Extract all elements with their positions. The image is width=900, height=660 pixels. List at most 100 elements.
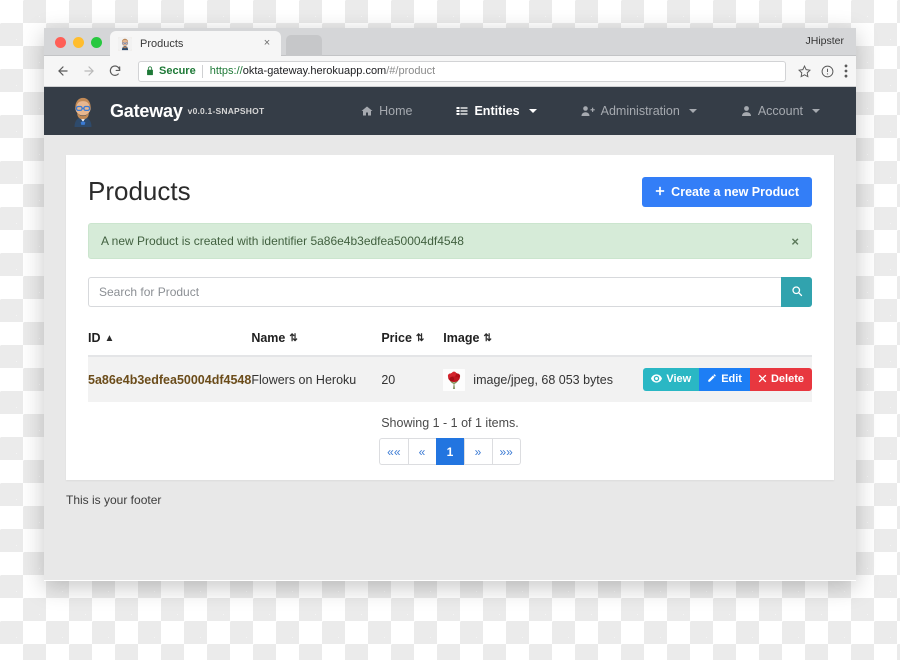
success-alert: A new Product is created with identifier… xyxy=(88,223,812,259)
nav-item-entities-label: Entities xyxy=(474,104,520,118)
delete-button[interactable]: Delete xyxy=(749,368,812,391)
nav-item-home[interactable]: Home xyxy=(361,104,412,118)
user-icon xyxy=(741,105,752,117)
content-card: Products Create a new Product A new Prod… xyxy=(66,155,834,480)
browser-tab-title: Products xyxy=(140,37,184,50)
search-input[interactable] xyxy=(88,277,781,307)
window-controls xyxy=(55,37,102,48)
chevron-down-icon xyxy=(812,109,820,113)
pagination-page-1[interactable]: 1 xyxy=(435,438,464,465)
navbar-brand-text: Gateway xyxy=(110,100,183,121)
column-header-price[interactable]: Price ⇅ xyxy=(381,325,444,357)
column-header-image[interactable]: Image ⇅ xyxy=(443,325,644,357)
eye-icon xyxy=(651,373,663,386)
security-status-label: Secure xyxy=(159,65,196,77)
browser-window: Products × JHipster Secure https://okta-… xyxy=(44,28,856,581)
jhipster-avatar-icon xyxy=(118,36,132,51)
products-table: ID ▲ Name ⇅ Price ⇅ Image ⇅ 5a86e4b3edfe… xyxy=(88,325,812,402)
close-window-button[interactable] xyxy=(55,37,66,48)
page-header: Products Create a new Product xyxy=(88,173,812,207)
sort-icon: ⇅ xyxy=(289,333,298,344)
create-new-product-button[interactable]: Create a new Product xyxy=(642,177,812,207)
column-header-price-label: Price xyxy=(381,331,412,345)
app-navbar: Gateway v0.0.1-SNAPSHOT Home Entities Ad… xyxy=(44,87,856,135)
url-text: https://okta-gateway.herokuapp.com/#/pro… xyxy=(210,65,435,77)
list-icon xyxy=(456,105,468,117)
jhipster-logo-icon xyxy=(66,94,100,128)
delete-button-label: Delete xyxy=(770,373,804,385)
flower-bouquet-thumbnail-icon[interactable] xyxy=(443,368,466,391)
star-icon[interactable] xyxy=(798,64,811,78)
nav-item-account-label: Account xyxy=(757,104,803,118)
nav-item-account[interactable]: Account xyxy=(741,104,820,118)
pagination-first[interactable]: «« xyxy=(379,438,408,465)
toolbar-icon-group xyxy=(792,64,848,78)
navbar-brand[interactable]: Gateway v0.0.1-SNAPSHOT xyxy=(66,94,264,128)
sort-icon: ⇅ xyxy=(415,333,425,344)
product-id-link[interactable]: 5a86e4b3edfea50004df4548 xyxy=(88,373,251,387)
url-path: /#/product xyxy=(386,65,436,77)
browser-profile-name[interactable]: JHipster xyxy=(805,35,844,47)
nav-item-administration-label: Administration xyxy=(600,104,680,118)
chevron-down-icon xyxy=(688,109,697,113)
minimize-window-button[interactable] xyxy=(73,37,84,48)
nav-item-entities[interactable]: Entities xyxy=(456,104,537,118)
pencil-icon xyxy=(707,373,717,386)
image-metadata: image/jpeg, 68 053 bytes xyxy=(473,372,613,387)
forward-arrow-icon xyxy=(78,60,100,82)
sort-asc-icon: ▲ xyxy=(104,333,115,344)
app-footer: This is your footer xyxy=(66,493,162,507)
nav-item-administration[interactable]: Administration xyxy=(581,104,697,118)
products-table-head: ID ▲ Name ⇅ Price ⇅ Image ⇅ xyxy=(88,325,812,357)
back-arrow-icon[interactable] xyxy=(52,60,74,82)
pagination-summary: Showing 1 - 1 of 1 items. xyxy=(381,416,519,430)
edit-button[interactable]: Edit xyxy=(699,368,750,391)
app-viewport: Gateway v0.0.1-SNAPSHOT Home Entities Ad… xyxy=(44,87,856,580)
pagination-previous[interactable]: « xyxy=(407,438,436,465)
browser-tab-products[interactable]: Products × xyxy=(110,31,281,56)
three-dots-menu-icon[interactable] xyxy=(844,64,848,78)
maximize-window-button[interactable] xyxy=(91,37,102,48)
column-header-id[interactable]: ID ▲ xyxy=(88,325,252,357)
sort-icon: ⇅ xyxy=(483,333,492,344)
reload-icon[interactable] xyxy=(104,60,126,82)
navbar-version: v0.0.1-SNAPSHOT xyxy=(187,106,265,116)
search-icon xyxy=(791,285,803,300)
products-table-body: 5a86e4b3edfea50004df4548 Flowers on Hero… xyxy=(88,356,812,402)
column-header-name[interactable]: Name ⇅ xyxy=(251,325,382,357)
search-button[interactable] xyxy=(781,277,812,307)
cell-id: 5a86e4b3edfea50004df4548 xyxy=(88,356,252,402)
cell-image: image/jpeg, 68 053 bytes xyxy=(443,356,644,402)
plus-icon xyxy=(655,185,665,199)
column-header-actions xyxy=(643,325,812,357)
address-bar[interactable]: Secure https://okta-gateway.herokuapp.co… xyxy=(138,60,786,82)
pagination-last[interactable]: »» xyxy=(491,438,521,465)
table-header-row: ID ▲ Name ⇅ Price ⇅ Image ⇅ xyxy=(88,325,812,357)
new-tab-button[interactable] xyxy=(286,35,322,56)
column-header-name-label: Name xyxy=(251,331,286,345)
nav-item-home-label: Home xyxy=(379,104,413,118)
success-alert-message: A new Product is created with identifier… xyxy=(101,234,464,248)
search-bar xyxy=(88,277,812,307)
view-button[interactable]: View xyxy=(643,368,700,391)
times-icon xyxy=(758,374,767,386)
cell-name: Flowers on Heroku xyxy=(251,356,382,402)
url-host: okta-gateway.herokuapp.com xyxy=(242,65,387,77)
browser-toolbar: Secure https://okta-gateway.herokuapp.co… xyxy=(44,56,856,87)
browser-tab-strip: Products × JHipster xyxy=(44,28,856,56)
view-button-label: View xyxy=(666,373,692,385)
url-scheme: https:// xyxy=(209,65,243,77)
create-new-product-label: Create a new Product xyxy=(671,185,799,199)
lock-icon xyxy=(145,65,155,77)
cell-actions: View Edit Delete xyxy=(643,356,812,402)
home-icon xyxy=(361,105,373,117)
info-circle-icon[interactable] xyxy=(821,65,834,78)
navbar-links: Home Entities Administration Account xyxy=(361,104,838,118)
pagination: «« « 1 » »» xyxy=(88,438,812,465)
user-plus-icon xyxy=(581,105,595,117)
column-header-id-label: ID xyxy=(88,331,101,345)
pagination-next[interactable]: » xyxy=(463,438,492,465)
close-alert-icon[interactable]: × xyxy=(781,235,799,248)
table-row: 5a86e4b3edfea50004df4548 Flowers on Hero… xyxy=(88,356,812,402)
close-tab-icon[interactable]: × xyxy=(261,38,273,49)
